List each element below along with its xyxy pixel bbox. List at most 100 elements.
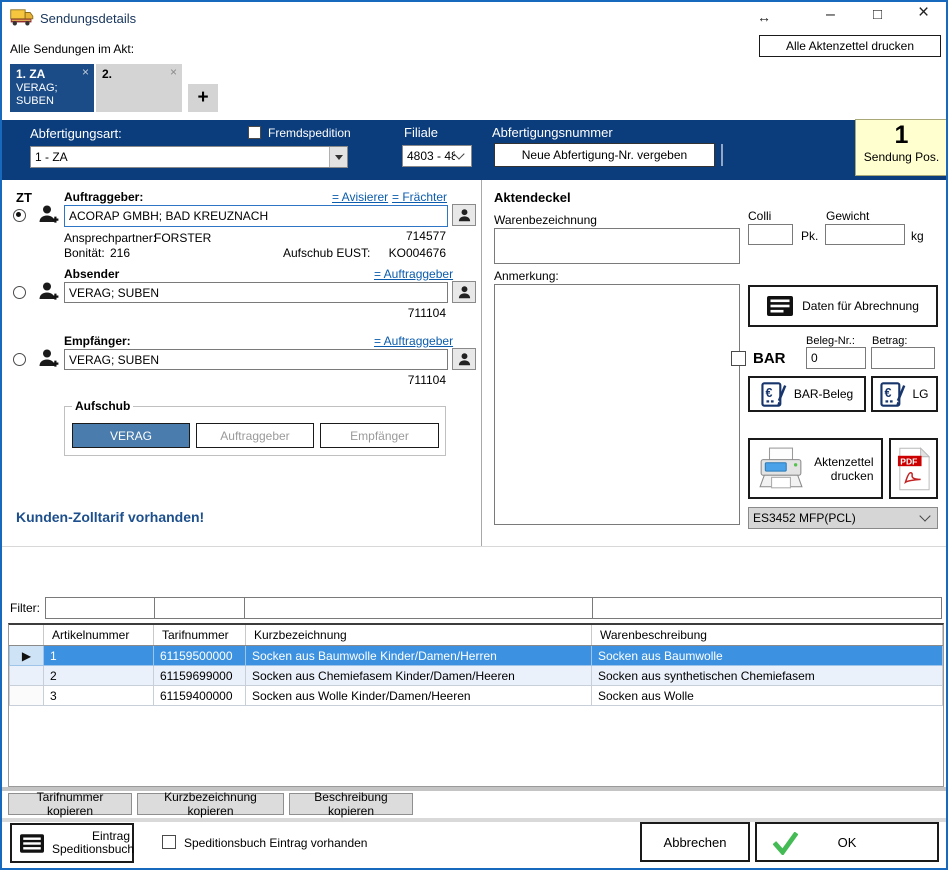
euro-receipt-icon: € bbox=[880, 382, 907, 407]
cell-warenbeschreibung[interactable]: Socken aus synthetischen Chemiefasem bbox=[592, 666, 943, 686]
add-absender-person-icon[interactable] bbox=[38, 281, 60, 306]
cell-kurzbezeichnung[interactable]: Socken aus Wolle Kinder/Damen/Heeren bbox=[246, 686, 592, 706]
print-all-aktenzettel-button[interactable]: Alle Aktenzettel drucken bbox=[759, 35, 941, 57]
add-auftraggeber-person-icon[interactable] bbox=[38, 204, 60, 229]
bar-checkbox[interactable] bbox=[731, 351, 746, 366]
add-empfaenger-person-icon[interactable] bbox=[38, 348, 60, 373]
close-icon[interactable]: × bbox=[918, 6, 929, 20]
shipment-tab-2[interactable]: 2. × bbox=[96, 64, 182, 112]
aufschub-empfaenger-button[interactable]: Empfänger bbox=[320, 423, 439, 448]
anmerkung-textarea[interactable] bbox=[494, 284, 740, 525]
shipment-tab-1[interactable]: 1. ZA × VERAG; SUBEN bbox=[10, 64, 94, 112]
cell-artikelnummer[interactable]: 1 bbox=[44, 646, 154, 666]
col-kurzbezeichnung[interactable]: Kurzbezeichnung bbox=[246, 625, 592, 646]
maximize-icon[interactable]: □ bbox=[873, 8, 882, 22]
minimize-icon[interactable]: – bbox=[826, 8, 835, 22]
tab1-close-icon[interactable]: × bbox=[82, 66, 89, 78]
col-tarifnummer[interactable]: Tarifnummer bbox=[154, 625, 246, 646]
cell-kurzbezeichnung[interactable]: Socken aus Baumwolle Kinder/Damen/Herren bbox=[246, 646, 592, 666]
daten-abrechnung-button[interactable]: Daten für Abrechnung bbox=[748, 285, 938, 327]
auftraggeber-input[interactable] bbox=[64, 205, 448, 227]
printer-dropdown-icon bbox=[919, 510, 930, 521]
add-shipment-tab-button[interactable]: + bbox=[188, 84, 218, 112]
resize-icon[interactable]: ↔ bbox=[757, 10, 771, 24]
warenbezeichnung-textarea[interactable] bbox=[494, 228, 740, 264]
speditionsbuch-checkbox[interactable] bbox=[162, 835, 176, 849]
aufschub-auftraggeber-button[interactable]: Auftraggeber bbox=[196, 423, 314, 448]
absender-auftraggeber-link[interactable]: = Auftraggeber bbox=[374, 267, 453, 281]
absender-id: 711104 bbox=[352, 306, 446, 320]
aufschub-legend: Aufschub bbox=[72, 399, 133, 413]
tab2-close-icon[interactable]: × bbox=[170, 66, 177, 78]
bar-separator bbox=[721, 144, 723, 166]
absender-person-button[interactable] bbox=[452, 281, 476, 303]
cell-warenbeschreibung[interactable]: Socken aus Wolle bbox=[592, 686, 943, 706]
eintrag-speditionsbuch-button[interactable]: Eintrag Speditionsbuch bbox=[10, 823, 134, 863]
aktenzettel-drucken-button[interactable]: Aktenzettel drucken bbox=[748, 438, 883, 499]
panel-divider bbox=[481, 180, 482, 546]
fraechter-link[interactable]: = Frächter bbox=[392, 190, 447, 204]
cell-kurzbezeichnung[interactable]: Socken aus Chemiefasem Kinder/Damen/Heer… bbox=[246, 666, 592, 686]
beleg-nr-input[interactable] bbox=[806, 347, 866, 369]
pdf-button[interactable]: PDF bbox=[889, 438, 938, 499]
euro-receipt-icon: € bbox=[761, 382, 788, 407]
auftraggeber-radio[interactable] bbox=[13, 209, 26, 222]
speditionsbuch-checkbox-label: Speditionsbuch Eintrag vorhanden bbox=[184, 836, 367, 850]
cell-artikelnummer[interactable]: 3 bbox=[44, 686, 154, 706]
filter-label: Filter: bbox=[10, 601, 40, 615]
neue-abfertigungsnummer-button[interactable]: Neue Abfertigung-Nr. vergeben bbox=[494, 143, 715, 167]
lg-button[interactable]: € LG bbox=[871, 376, 938, 412]
empfaenger-auftraggeber-link[interactable]: = Auftraggeber bbox=[374, 334, 453, 348]
cancel-button[interactable]: Abbrechen bbox=[640, 822, 750, 862]
cell-artikelnummer[interactable]: 2 bbox=[44, 666, 154, 686]
cell-tarifnummer[interactable]: 61159400000 bbox=[154, 686, 246, 706]
article-row-3[interactable]: 3 61159400000 Socken aus Wolle Kinder/Da… bbox=[10, 686, 943, 706]
colli-unit: Pk. bbox=[801, 229, 818, 243]
absender-radio[interactable] bbox=[13, 286, 26, 299]
svg-text:PDF: PDF bbox=[900, 456, 917, 466]
bar-beleg-button[interactable]: € BAR-Beleg bbox=[748, 376, 866, 412]
empfaenger-radio[interactable] bbox=[13, 353, 26, 366]
absender-input[interactable] bbox=[64, 282, 448, 303]
cell-warenbeschreibung[interactable]: Socken aus Baumwolle bbox=[592, 646, 943, 666]
empfaenger-id: 711104 bbox=[352, 373, 446, 387]
copy-tarifnummer-button[interactable]: Tarifnummer kopieren bbox=[8, 793, 132, 815]
article-row-1[interactable]: ▶ 1 61159500000 Socken aus Baumwolle Kin… bbox=[10, 646, 943, 666]
col-warenbeschreibung[interactable]: Warenbeschreibung bbox=[592, 625, 943, 646]
ansprechpartner-label: Ansprechpartner: bbox=[64, 231, 156, 245]
printer-value: ES3452 MFP(PCL) bbox=[749, 511, 921, 525]
article-row-2[interactable]: 2 61159699000 Socken aus Chemiefasem Kin… bbox=[10, 666, 943, 686]
filter-kurzbezeichnung-input[interactable] bbox=[244, 597, 593, 619]
printer-combo[interactable]: ES3452 MFP(PCL) bbox=[748, 507, 938, 529]
aufschub-verag-button[interactable]: VERAG bbox=[72, 423, 190, 448]
check-icon bbox=[773, 832, 798, 855]
svg-text:€: € bbox=[765, 386, 772, 400]
lg-label: LG bbox=[912, 387, 928, 401]
filter-warenbeschreibung-input[interactable] bbox=[592, 597, 942, 619]
gewicht-unit: kg bbox=[911, 229, 924, 243]
gewicht-input[interactable] bbox=[825, 224, 905, 245]
filter-tarifnummer-input[interactable] bbox=[154, 597, 245, 619]
abfertigungsart-combo[interactable]: 1 - ZA bbox=[30, 146, 348, 168]
empfaenger-input[interactable] bbox=[64, 349, 448, 370]
tab2-title: 2. bbox=[102, 67, 112, 81]
abfertigungsart-dropdown-icon[interactable] bbox=[329, 147, 347, 167]
auftraggeber-person-button[interactable] bbox=[452, 204, 476, 226]
empfaenger-person-button[interactable] bbox=[452, 348, 476, 370]
betrag-input[interactable] bbox=[871, 347, 935, 369]
filiale-value: 4803 - 480 bbox=[403, 149, 455, 163]
filter-artikelnummer-input[interactable] bbox=[45, 597, 155, 619]
filiale-combo[interactable]: 4803 - 480 bbox=[402, 145, 472, 167]
fremdspedition-checkbox[interactable] bbox=[248, 126, 261, 139]
ok-button[interactable]: OK bbox=[755, 822, 939, 862]
cell-tarifnummer[interactable]: 61159500000 bbox=[154, 646, 246, 666]
copy-beschreibung-button[interactable]: Beschreibung kopieren bbox=[289, 793, 413, 815]
bonitaet-label: Bonität: bbox=[64, 246, 105, 260]
col-artikelnummer[interactable]: Artikelnummer bbox=[44, 625, 154, 646]
cell-tarifnummer[interactable]: 61159699000 bbox=[154, 666, 246, 686]
printer-icon bbox=[758, 447, 804, 491]
avisierer-link[interactable]: = Avisierer bbox=[332, 190, 388, 204]
sendungsdetails-window: Sendungsdetails ↔ – □ × Alle Sendungen i… bbox=[0, 0, 948, 870]
colli-input[interactable] bbox=[748, 224, 793, 245]
copy-kurzbezeichnung-button[interactable]: Kurzbezeichnung kopieren bbox=[137, 793, 284, 815]
